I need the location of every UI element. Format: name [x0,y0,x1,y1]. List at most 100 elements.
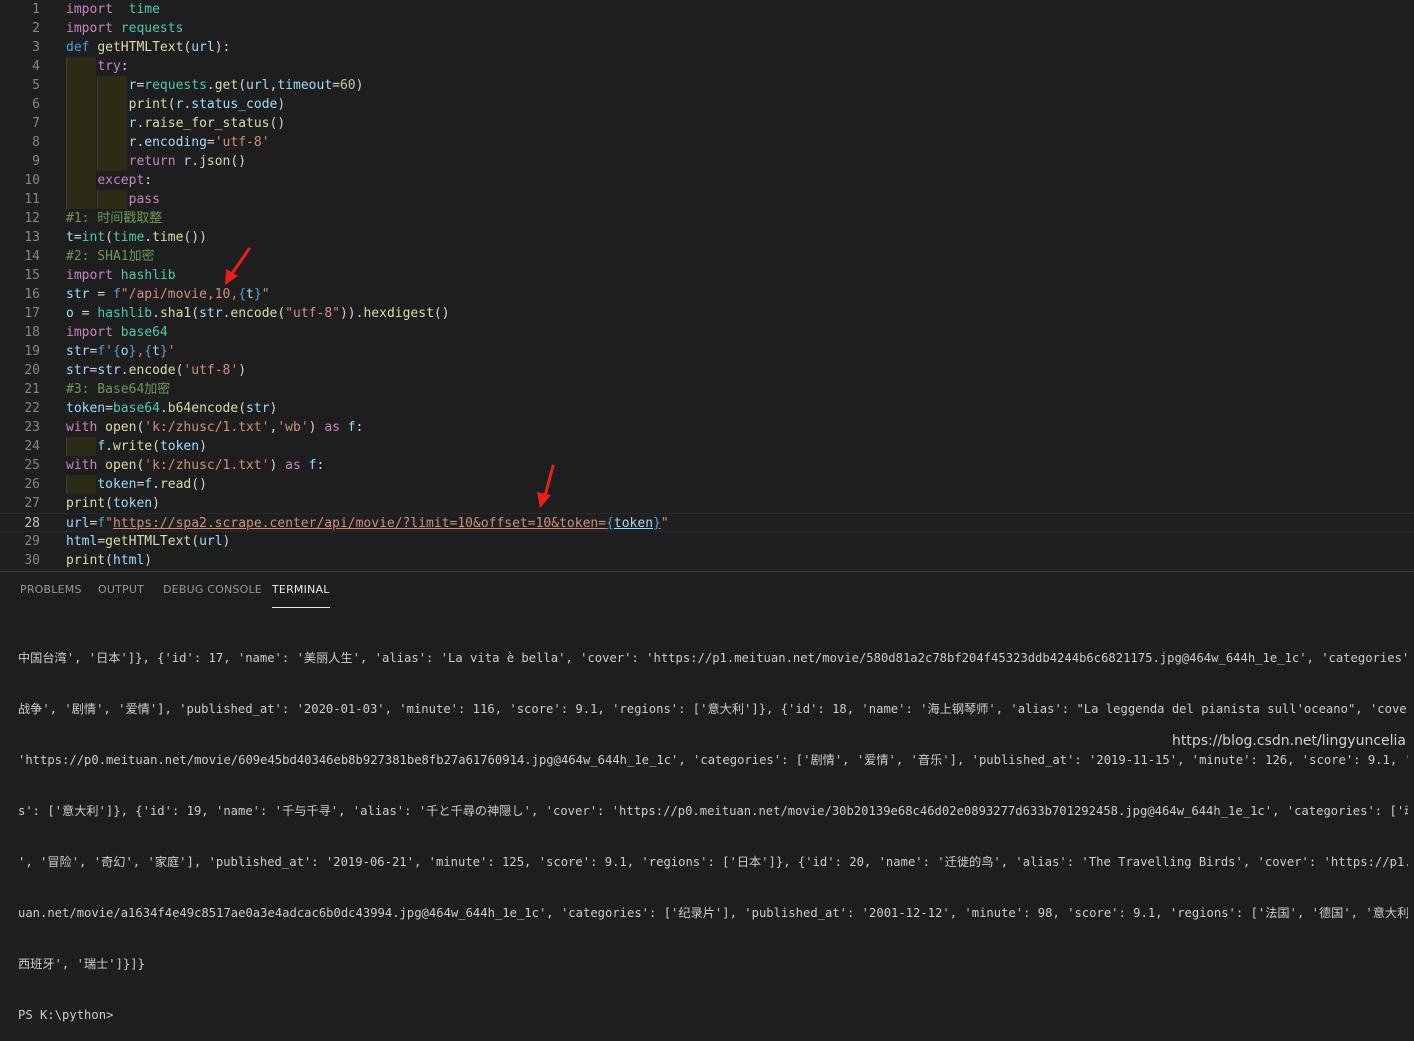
code-text: token=base64.b64encode(str) [66,401,278,416]
code-text: html=getHTMLText(url) [66,534,231,549]
code-line[interactable]: 1 import time [0,0,1414,19]
line-number: 26 [24,477,40,492]
code-line[interactable]: 4 try: [0,57,1414,76]
code-line[interactable]: 11 pass [0,190,1414,209]
code-line[interactable]: 15 import hashlib [0,266,1414,285]
code-line[interactable]: 29 html=getHTMLText(url) [0,532,1414,551]
tab-problems[interactable]: PROBLEMS [20,583,82,596]
code-line[interactable]: 6 print(r.status_code) [0,95,1414,114]
code-line[interactable]: 5 r=requests.get(url,timeout=60) [0,76,1414,95]
code-line[interactable]: 10 except: [0,171,1414,190]
code-text: #3: Base64加密 [66,382,171,397]
code-line[interactable]: 8 r.encoding='utf-8' [0,133,1414,152]
code-line[interactable]: 21 #3: Base64加密 [0,380,1414,399]
code-line[interactable]: 3 def getHTMLText(url): [0,38,1414,57]
code-text: import base64 [66,325,168,340]
code-text: with open('k:/zhusc/1.txt','wb') as f: [66,420,364,435]
line-number: 18 [24,325,40,340]
tab-debug-console[interactable]: DEBUG CONSOLE [163,583,262,596]
code-text: url=f"https://spa2.scrape.center/api/mov… [66,516,669,531]
code-line[interactable]: 30 print(html) [0,551,1414,570]
code-text: r=requests.get(url,timeout=60) [128,78,364,93]
terminal-line: 战争', '剧情', '爱情'], 'published_at': '2020-… [18,702,1408,716]
code-line[interactable]: 2 import requests [0,19,1414,38]
line-number: 2 [32,21,40,36]
line-number: 10 [24,173,40,188]
line-number: 27 [24,496,40,511]
code-text: import requests [66,21,184,36]
line-number: 6 [32,97,40,112]
code-line[interactable]: 14 #2: SHA1加密 [0,247,1414,266]
code-line[interactable]: 24 f.write(token) [0,437,1414,456]
code-text: str=str.encode('utf-8') [66,363,247,378]
code-text: print(token) [66,496,160,511]
code-line[interactable]: 23 with open('k:/zhusc/1.txt','wb') as f: [0,418,1414,437]
line-number: 12 [24,211,40,226]
code-line[interactable]: 20 str=str.encode('utf-8') [0,361,1414,380]
line-number: 23 [24,420,40,435]
line-number: 20 [24,363,40,378]
code-line[interactable]: 27 print(token) [0,494,1414,513]
code-text: r.raise_for_status() [128,116,286,131]
red-arrow-icon [537,464,555,508]
code-line[interactable]: 16 str = f"/api/movie,10,{t}" [0,285,1414,304]
code-text: return r.json() [128,154,247,169]
code-text: t=int(time.time()) [66,230,207,245]
code-editor[interactable]: 1 import time 2 import requests 3 def getHTML… [0,0,1414,571]
line-number: 25 [24,458,40,473]
code-text: r.encoding='utf-8' [128,135,270,150]
line-number: 21 [24,382,40,397]
red-arrow-icon [225,247,251,285]
code-line[interactable]: 25 with open('k:/zhusc/1.txt') as f: [0,456,1414,475]
line-number: 16 [24,287,40,302]
line-number: 30 [24,553,40,568]
line-number: 24 [24,439,40,454]
line-number: 29 [24,534,40,549]
line-number: 13 [24,230,40,245]
tab-output[interactable]: OUTPUT [98,583,144,596]
terminal-line: 西班牙', '瑞士']}]} [18,957,145,971]
code-text: def getHTMLText(url): [66,40,231,55]
line-number: 19 [24,344,40,359]
code-line[interactable]: 22 token=base64.b64encode(str) [0,399,1414,418]
code-line[interactable]: 13 t=int(time.time()) [0,228,1414,247]
code-line[interactable]: 18 import base64 [0,323,1414,342]
line-number: 14 [24,249,40,264]
watermark: https://blog.csdn.net/lingyuncelia [1172,733,1406,749]
code-text: str = f"/api/movie,10,{t}" [66,287,270,302]
terminal-line: 'https://p0.meituan.net/movie/609e45bd40… [18,753,1408,767]
line-number: 5 [32,78,40,93]
line-number: 7 [32,116,40,131]
code-text: try: [97,59,129,74]
terminal-line: uan.net/movie/a1634f4e49c8517ae0a3e4adca… [18,906,1408,920]
terminal-line: 中国台湾', '日本']}, {'id': 17, 'name': '美丽人生'… [18,651,1408,665]
code-line[interactable]: 19 str=f'{o},{t}' [0,342,1414,361]
code-text: token=f.read() [97,477,207,492]
line-number: 17 [24,306,40,321]
line-number: 8 [32,135,40,150]
code-line[interactable]: 26 token=f.read() [0,475,1414,494]
line-number: 11 [24,192,40,207]
panel-tab-bar: PROBLEMS OUTPUT DEBUG CONSOLE TERMINAL [0,571,1414,608]
terminal-output[interactable]: 中国台湾', '日本']}, {'id': 17, 'name': '美丽人生'… [18,616,1408,1041]
line-number: 9 [32,154,40,169]
code-text: print(r.status_code) [128,97,286,112]
tab-terminal[interactable]: TERMINAL [272,583,330,608]
code-line[interactable]: 17 o = hashlib.sha1(str.encode("utf-8")).… [0,304,1414,323]
code-text: print(html) [66,553,153,568]
code-line[interactable]: 28 url=f"https://spa2.scrape.center/api/m… [0,513,1414,532]
code-line[interactable]: 9 return r.json() [0,152,1414,171]
terminal-prompt[interactable]: PS K:\python> [18,1007,1408,1024]
code-line[interactable]: 7 r.raise_for_status() [0,114,1414,133]
line-number: 28 [24,516,40,531]
line-number: 1 [32,2,40,17]
code-text: o = hashlib.sha1(str.encode("utf-8")).he… [66,306,450,321]
line-number: 22 [24,401,40,416]
code-text: except: [97,173,153,188]
code-line[interactable]: 12 #1: 时间戳取整 [0,209,1414,228]
terminal-line: s': ['意大利']}, {'id': 19, 'name': '千与千寻',… [18,804,1408,818]
code-text: pass [128,192,160,207]
terminal-line: ', '冒险', '奇幻', '家庭'], 'published_at': '2… [18,855,1408,869]
code-text: str=f'{o},{t}' [66,344,176,359]
code-text: with open('k:/zhusc/1.txt') as f: [66,458,325,473]
